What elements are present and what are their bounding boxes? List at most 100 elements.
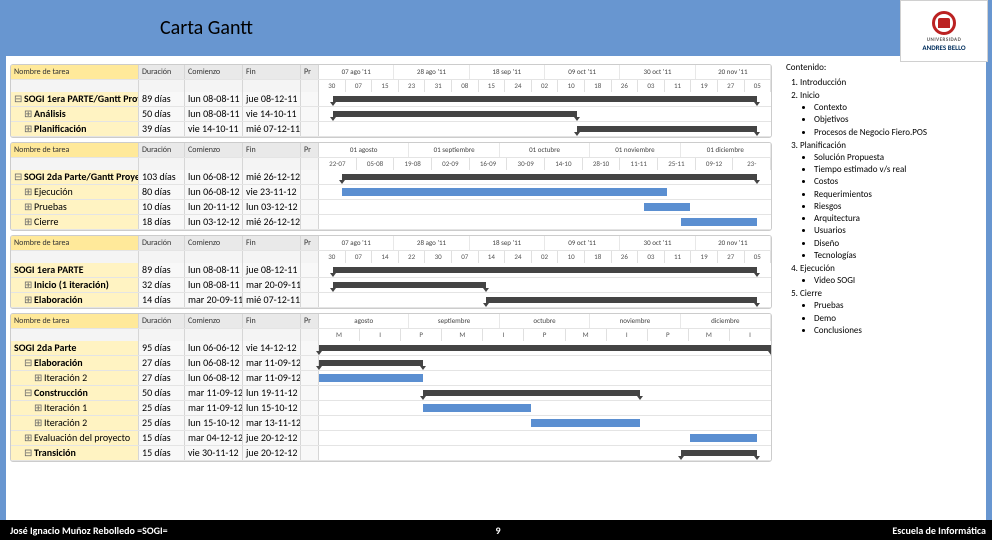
task-row[interactable]: ⊞Planificación39 díasvie 14-10-11mié 07-…: [11, 122, 771, 137]
expand-icon[interactable]: ⊞: [34, 416, 42, 430]
task-row[interactable]: ⊟Construcción50 díasmar 11-09-12lun 19-1…: [11, 386, 771, 401]
task-end: lun 19-11-12: [243, 386, 301, 400]
day-label: 27: [718, 80, 745, 92]
day-label: 22-07: [319, 158, 357, 170]
task-name: Iteración 1: [44, 401, 87, 414]
col-header-pr[interactable]: Pr: [301, 143, 319, 157]
task-row[interactable]: ⊞Inicio (1 iteración)32 díaslun 08-08-11…: [11, 278, 771, 293]
expand-icon[interactable]: ⊟: [24, 356, 32, 370]
task-row[interactable]: ⊟SOGI 2da Parte/Gantt Proyecto103 díaslu…: [11, 170, 771, 185]
col-header-end[interactable]: Fin: [243, 314, 301, 328]
expand-icon[interactable]: ⊟: [14, 92, 22, 106]
outline-heading: Contenido:: [786, 62, 982, 73]
col-header-end[interactable]: Fin: [243, 236, 301, 250]
task-row[interactable]: ⊟SOGI 1era PARTE/Gantt Proyecto89 díaslu…: [11, 92, 771, 107]
gantt-bar[interactable]: [319, 374, 423, 382]
col-header-end[interactable]: Fin: [243, 65, 301, 79]
expand-icon[interactable]: ⊞: [24, 107, 32, 121]
expand-icon[interactable]: ⊞: [34, 371, 42, 385]
task-row[interactable]: ⊞Iteración 225 díaslun 15-10-12mar 13-11…: [11, 416, 771, 431]
expand-icon[interactable]: ⊞: [24, 431, 32, 445]
col-header-start[interactable]: Comienzo: [185, 143, 243, 157]
col-header-name[interactable]: Nombre de tarea: [11, 314, 139, 328]
col-header-dur[interactable]: Duración: [139, 143, 185, 157]
footer-bar: José Ignacio Muñoz Rebolledo =SOGI= 9 Es…: [0, 520, 992, 540]
task-end: mar 13-11-12: [243, 416, 301, 430]
col-header-name[interactable]: Nombre de tarea: [11, 143, 139, 157]
expand-icon[interactable]: ⊟: [14, 170, 22, 184]
day-label: 10: [558, 251, 585, 263]
col-header-pr[interactable]: Pr: [301, 236, 319, 250]
col-header-pr[interactable]: Pr: [301, 65, 319, 79]
gantt-block: Nombre de tareaDuraciónComienzoFinPr01 a…: [10, 142, 772, 231]
col-header-start[interactable]: Comienzo: [185, 65, 243, 79]
gantt-bar[interactable]: [681, 218, 758, 226]
task-row[interactable]: ⊞Iteración 125 díasmar 11-09-12lun 15-10…: [11, 401, 771, 416]
task-name: Construcción: [34, 386, 88, 399]
col-header-start[interactable]: Comienzo: [185, 314, 243, 328]
task-row[interactable]: ⊞Elaboración14 díasmar 20-09-11mié 07-12…: [11, 293, 771, 308]
gantt-bar[interactable]: [423, 390, 640, 396]
task-row[interactable]: SOGI 2da Parte95 díaslun 06-06-12vie 14-…: [11, 341, 771, 356]
gantt-bar[interactable]: [333, 282, 487, 288]
col-header-dur[interactable]: Duración: [139, 236, 185, 250]
gantt-bar[interactable]: [423, 404, 531, 412]
col-header-dur[interactable]: Duración: [139, 65, 185, 79]
month-label: 01 noviembre: [590, 143, 680, 157]
gantt-bar[interactable]: [577, 126, 758, 132]
col-header-start[interactable]: Comienzo: [185, 236, 243, 250]
task-end: lun 15-10-12: [243, 401, 301, 415]
day-label: 30-09: [507, 158, 545, 170]
month-label: 01 septiembre: [409, 143, 499, 157]
col-header-end[interactable]: Fin: [243, 143, 301, 157]
col-header-dur[interactable]: Duración: [139, 314, 185, 328]
expand-icon[interactable]: ⊟: [24, 446, 32, 460]
gantt-bar[interactable]: [319, 360, 423, 366]
outline-subitem: Usuarios: [814, 225, 982, 236]
gantt-bar[interactable]: [531, 419, 639, 427]
gantt-bar[interactable]: [333, 96, 758, 102]
expand-icon[interactable]: ⊞: [24, 200, 32, 214]
task-start: vie 14-10-11: [185, 122, 243, 136]
task-row[interactable]: ⊞Iteración 227 díaslun 06-08-12mar 11-09…: [11, 371, 771, 386]
gantt-bar[interactable]: [644, 203, 689, 211]
expand-icon[interactable]: ⊞: [24, 278, 32, 292]
gantt-bar[interactable]: [486, 297, 757, 303]
day-label: M: [319, 329, 360, 341]
col-header-name[interactable]: Nombre de tarea: [11, 65, 139, 79]
gantt-bar[interactable]: [319, 345, 771, 351]
expand-icon[interactable]: ⊞: [24, 122, 32, 136]
task-start: lun 15-10-12: [185, 416, 243, 430]
task-row[interactable]: ⊞Ejecución80 díaslun 06-08-12vie 23-11-1…: [11, 185, 771, 200]
day-label: 07: [346, 80, 373, 92]
gantt-bar[interactable]: [342, 174, 758, 180]
expand-icon[interactable]: ⊞: [24, 185, 32, 199]
gantt-bar[interactable]: [333, 267, 758, 273]
task-pr: [301, 122, 319, 136]
expand-icon[interactable]: ⊞: [24, 293, 32, 307]
outline-subitem: Conclusiones: [814, 325, 982, 336]
task-row[interactable]: ⊞Análisis50 díaslun 08-08-11vie 14-10-11: [11, 107, 771, 122]
gantt-bar[interactable]: [690, 434, 758, 442]
gantt-bar[interactable]: [342, 188, 667, 196]
task-name: SOGI 2da Parte/Gantt Proyecto: [24, 170, 139, 183]
task-end: lun 03-12-12: [243, 200, 301, 214]
expand-icon[interactable]: ⊞: [24, 215, 32, 229]
task-pr: [301, 401, 319, 415]
outline-subitem: Requerimientos: [814, 189, 982, 200]
col-header-name[interactable]: Nombre de tarea: [11, 236, 139, 250]
expand-icon[interactable]: ⊟: [24, 386, 32, 400]
task-row[interactable]: ⊟Transición15 díasvie 30-11-12jue 20-12-…: [11, 446, 771, 461]
task-row[interactable]: ⊞Pruebas10 díaslun 20-11-12lun 03-12-12: [11, 200, 771, 215]
task-start: lun 20-11-12: [185, 200, 243, 214]
month-label: 28 ago '11: [394, 65, 469, 79]
task-row[interactable]: ⊞Cierre18 díaslun 03-12-12mié 26-12-12: [11, 215, 771, 230]
task-end: mar 11-09-12: [243, 371, 301, 385]
col-header-pr[interactable]: Pr: [301, 314, 319, 328]
task-row[interactable]: ⊞Evaluación del proyecto15 díasmar 04-12…: [11, 431, 771, 446]
task-row[interactable]: SOGI 1era PARTE89 díaslun 08-08-11jue 08…: [11, 263, 771, 278]
gantt-bar[interactable]: [333, 111, 577, 117]
expand-icon[interactable]: ⊞: [34, 401, 42, 415]
task-row[interactable]: ⊟Elaboración27 díaslun 06-08-12mar 11-09…: [11, 356, 771, 371]
gantt-bar[interactable]: [681, 450, 758, 456]
